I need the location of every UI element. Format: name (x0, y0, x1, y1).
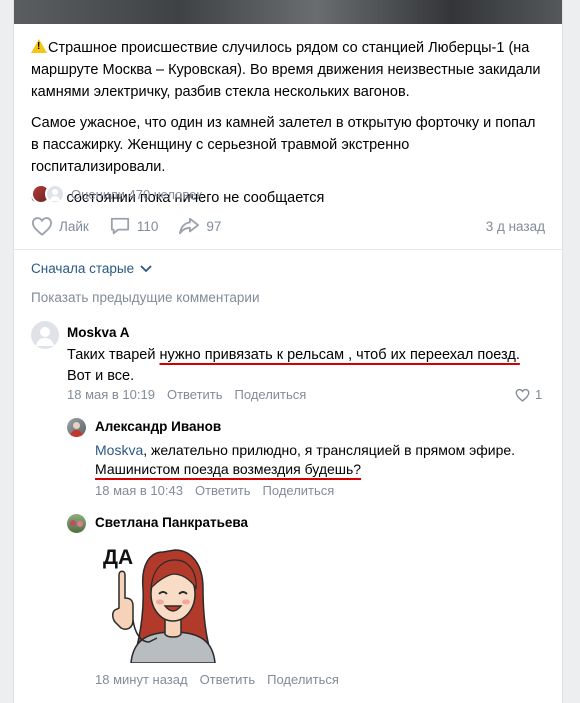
mention-link[interactable]: Moskva (95, 442, 143, 458)
post-paragraph-2: Самое ужасное, что один из камней залете… (31, 115, 536, 175)
reply-button[interactable]: Ответить (200, 672, 256, 687)
user-placeholder-icon (36, 327, 54, 346)
comment-text: Moskva, желательно прилюдно, я трансляци… (95, 442, 516, 477)
avatar[interactable] (67, 418, 86, 437)
post-actions: Лайк 110 97 3 д назад (31, 213, 545, 239)
comment-date[interactable]: 18 мая в 10:43 (95, 483, 183, 498)
comment-like-button[interactable]: 1 (515, 387, 542, 402)
sort-label: Сначала старые (31, 261, 135, 276)
divider (14, 249, 562, 250)
comment-author[interactable]: Светлана Панкратьева (95, 515, 248, 530)
user-photo-icon (70, 520, 83, 527)
post-paragraph-1: Страшное происшествие случилось рядом со… (31, 37, 546, 103)
comment-date[interactable]: 18 минут назад (95, 672, 188, 687)
show-previous-comments[interactable]: Показать предыдущие комментарии (31, 290, 260, 305)
rated-by[interactable]: Оценили 470 человек (31, 184, 202, 204)
user-photo-icon (70, 422, 83, 437)
share-link[interactable]: Поделиться (235, 387, 307, 402)
comment-meta: 18 минут назад Ответить Поделиться (95, 672, 339, 687)
comment-text: Таких тварей нужно привязать к рельсам ,… (67, 347, 520, 384)
shares-count: 97 (206, 218, 222, 234)
like-button[interactable]: Лайк (31, 216, 89, 236)
highlighted-text: нужно привязать к рельсам , чтоб их пере… (159, 347, 520, 363)
reply-button[interactable]: Ответить (167, 387, 223, 402)
highlighted-text: Машинистом поезда возмездия будешь? (95, 461, 362, 477)
comment-author[interactable]: Moskva A (67, 325, 130, 340)
comments-count: 110 (136, 218, 159, 234)
avatar[interactable] (31, 321, 59, 349)
comment-date[interactable]: 18 мая в 10:19 (67, 387, 155, 402)
post-date[interactable]: 3 д назад (486, 219, 545, 234)
warning-icon (31, 39, 47, 53)
comments-sort-dropdown[interactable]: Сначала старые (31, 261, 152, 276)
rated-count-text: Оценили 470 человек (71, 186, 203, 202)
comments-button[interactable]: 110 (109, 216, 159, 236)
avatar[interactable] (67, 514, 86, 533)
comment-icon (110, 217, 129, 235)
heart-icon (31, 217, 53, 236)
comment-author[interactable]: Александр Иванов (95, 419, 221, 434)
like-label: Лайк (59, 218, 89, 234)
share-button[interactable]: 97 (178, 216, 221, 236)
post-photo[interactable] (14, 0, 562, 24)
comment-meta: 18 мая в 10:19 Ответить Поделиться (67, 387, 306, 402)
sticker-text: ДА (103, 546, 133, 569)
post-card: Страшное происшествие случилось рядом со… (13, 0, 563, 703)
chevron-down-icon (140, 264, 152, 272)
heart-icon (515, 388, 530, 402)
share-link[interactable]: Поделиться (263, 483, 335, 498)
sticker-image[interactable]: ДА (97, 538, 232, 663)
share-link[interactable]: Поделиться (267, 672, 339, 687)
reply-button[interactable]: Ответить (195, 483, 251, 498)
comment-likes-count: 1 (535, 387, 543, 402)
comment-meta: 18 мая в 10:43 Ответить Поделиться (95, 483, 334, 498)
rater-avatar-placeholder (45, 184, 65, 204)
share-icon (179, 217, 200, 235)
